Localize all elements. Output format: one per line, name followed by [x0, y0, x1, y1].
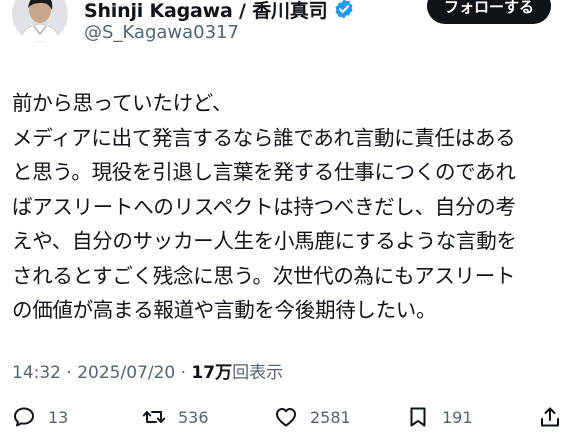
repost-icon — [142, 411, 166, 423]
tweet-line: されるとすごく残念に思う。次世代の為にもアスリート — [12, 263, 516, 288]
display-name[interactable]: Shinji Kagawa / 香川真司 — [84, 0, 328, 23]
like-count: 2581 — [310, 407, 351, 427]
bookmark-count: 191 — [442, 407, 473, 427]
user-handle[interactable]: @S_Kagawa0317 — [84, 22, 239, 43]
reply-button[interactable]: 13 — [12, 402, 68, 432]
tweet-line: と思う。現役を引退し言葉を発する仕事につくのであれ — [12, 160, 516, 184]
share-button[interactable] — [538, 402, 562, 432]
tweet-text: 前から思っていたけど、 メディアに出て発言するなら誰であれ言動に責任はある と思… — [12, 86, 572, 328]
meta-separator: · — [175, 363, 192, 383]
tweet-time[interactable]: 14:32 — [12, 363, 61, 383]
repost-button[interactable]: 536 — [142, 402, 209, 432]
heart-icon — [276, 408, 296, 427]
share-icon — [541, 407, 559, 427]
follow-button[interactable]: フォローする — [427, 0, 551, 24]
like-button[interactable]: 2581 — [274, 402, 351, 432]
tweet-line: 前から思っていたけど、 — [12, 91, 233, 115]
repost-count: 536 — [178, 407, 209, 427]
action-bar: 13 536 2581 191 — [0, 402, 576, 432]
profile-photo — [12, 0, 68, 42]
avatar[interactable] — [12, 0, 68, 42]
bookmark-icon — [410, 407, 426, 427]
view-count-label: 回表示 — [232, 363, 284, 383]
tweet-date[interactable]: 2025/07/20 — [77, 363, 175, 383]
tweet-line: えや、自分のサッカー人生を小馬鹿にするような言動を — [12, 229, 517, 253]
author-name-row: Shinji Kagawa / 香川真司 — [84, 0, 355, 23]
meta-separator: · — [61, 363, 78, 383]
reply-icon — [14, 407, 34, 427]
tweet-meta: 14:32 · 2025/07/20 · 17万 回表示 — [12, 358, 283, 383]
tweet-line: の価値が高まる報道や言動を今後期待したい。 — [12, 298, 437, 322]
view-count[interactable]: 17万 — [191, 358, 232, 383]
verified-badge-icon — [335, 0, 354, 19]
tweet-line: ばアスリートへのリスペクトは持つべきだし、自分の考 — [12, 194, 516, 219]
reply-count: 13 — [48, 407, 69, 427]
tweet-line: メディアに出て発言するなら誰であれ言動に責任はある — [12, 125, 516, 150]
bookmark-button[interactable]: 191 — [406, 402, 473, 432]
